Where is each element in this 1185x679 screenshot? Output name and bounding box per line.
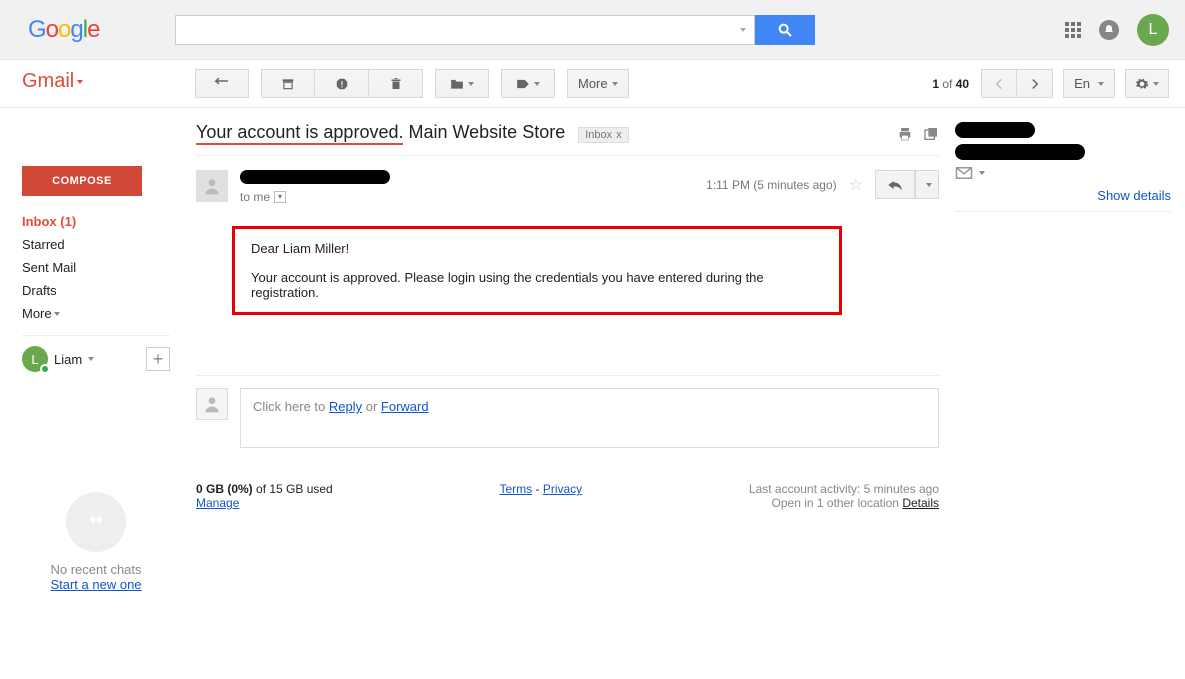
back-button[interactable]: [195, 69, 249, 98]
subject: Your account is approved. Main Website S…: [196, 122, 629, 145]
mail-icon[interactable]: [955, 166, 973, 180]
body-greeting: Dear Liam Miller!: [251, 241, 823, 256]
more-button[interactable]: More: [567, 69, 629, 98]
compose-button[interactable]: COMPOSE: [22, 166, 142, 196]
nav-drafts[interactable]: Drafts: [22, 279, 170, 302]
move-button[interactable]: [435, 69, 489, 98]
hangouts-empty-text: No recent chats: [22, 562, 170, 577]
reply-avatar: [196, 388, 228, 420]
reply-more-button[interactable]: [915, 170, 939, 199]
chevron-down-icon[interactable]: [88, 357, 94, 361]
message-view: Your account is approved. Main Website S…: [180, 108, 955, 592]
reply-link[interactable]: Reply: [329, 399, 362, 414]
body-text: Your account is approved. Please login u…: [251, 270, 823, 300]
storage-usage: 0 GB (0%) of 15 GB used: [196, 482, 333, 496]
account-avatar[interactable]: L: [1137, 14, 1169, 46]
search-button[interactable]: [755, 15, 815, 45]
hangouts-avatar[interactable]: L: [22, 346, 48, 372]
details-link[interactable]: Details: [902, 496, 939, 510]
archive-button[interactable]: [261, 69, 315, 98]
presence-indicator: [40, 364, 50, 374]
action-toolbar: More 1 of 40 En: [0, 60, 1185, 108]
nav-starred[interactable]: Starred: [22, 233, 170, 256]
remove-label-icon[interactable]: x: [616, 129, 622, 141]
sender-avatar: [196, 170, 228, 202]
next-button[interactable]: [1017, 69, 1053, 98]
avatar-letter: L: [1149, 21, 1158, 39]
terms-link[interactable]: Terms: [499, 482, 532, 496]
new-window-button[interactable]: [923, 126, 939, 142]
hangouts-start-link[interactable]: Start a new one: [50, 577, 141, 592]
apps-icon[interactable]: [1065, 22, 1081, 38]
notifications-icon[interactable]: [1099, 20, 1119, 40]
message-body: Dear Liam Miller! Your account is approv…: [232, 226, 842, 315]
message-time: 1:11 PM (5 minutes ago): [706, 178, 837, 192]
contact-name-redacted: [955, 122, 1035, 138]
search-options-icon[interactable]: [740, 28, 746, 32]
gmail-brand[interactable]: Gmail: [22, 70, 83, 93]
hangouts-icon: [66, 492, 126, 552]
label-inbox[interactable]: Inboxx: [578, 127, 628, 143]
reply-button[interactable]: [875, 170, 915, 199]
expand-recipients-icon[interactable]: ▾: [274, 191, 286, 203]
recipient-line[interactable]: to me▾: [240, 190, 390, 204]
nav-inbox[interactable]: Inbox (1): [22, 210, 170, 233]
hangouts-username: Liam: [54, 352, 82, 367]
google-logo[interactable]: Google: [28, 16, 99, 44]
sidebar: COMPOSE Inbox (1) Starred Sent Mail Draf…: [0, 108, 180, 592]
prev-button[interactable]: [981, 69, 1017, 98]
message-count: 1 of 40: [932, 77, 969, 91]
activity-text: Last account activity: 5 minutes ago: [749, 482, 939, 496]
chevron-down-icon[interactable]: [979, 171, 985, 175]
forward-link[interactable]: Forward: [381, 399, 429, 414]
people-pane: Show details: [955, 108, 1185, 592]
sender-name-redacted: [240, 170, 390, 184]
input-tools-button[interactable]: En: [1063, 69, 1115, 98]
settings-button[interactable]: [1125, 69, 1169, 98]
chevron-down-icon: [54, 312, 60, 316]
labels-button[interactable]: [501, 69, 555, 98]
chevron-down-icon: [77, 80, 83, 84]
spam-button[interactable]: [315, 69, 369, 98]
new-chat-button[interactable]: +: [146, 347, 170, 371]
search-input[interactable]: [175, 15, 755, 45]
nav-more[interactable]: More: [22, 302, 170, 325]
nav-sent[interactable]: Sent Mail: [22, 256, 170, 279]
header-bar: Google L: [0, 0, 1185, 60]
star-button[interactable]: ☆: [849, 175, 863, 195]
privacy-link[interactable]: Privacy: [543, 482, 582, 496]
manage-storage-link[interactable]: Manage: [196, 496, 239, 510]
reply-compose-box[interactable]: Click here to Reply or Forward: [240, 388, 939, 448]
show-details-link[interactable]: Show details: [955, 188, 1171, 203]
print-button[interactable]: [897, 126, 913, 142]
search-icon: [777, 22, 793, 38]
gear-icon: [1135, 77, 1149, 91]
delete-button[interactable]: [369, 69, 423, 98]
open-locations-text: Open in 1 other location: [772, 496, 903, 510]
contact-email-redacted: [955, 144, 1085, 160]
